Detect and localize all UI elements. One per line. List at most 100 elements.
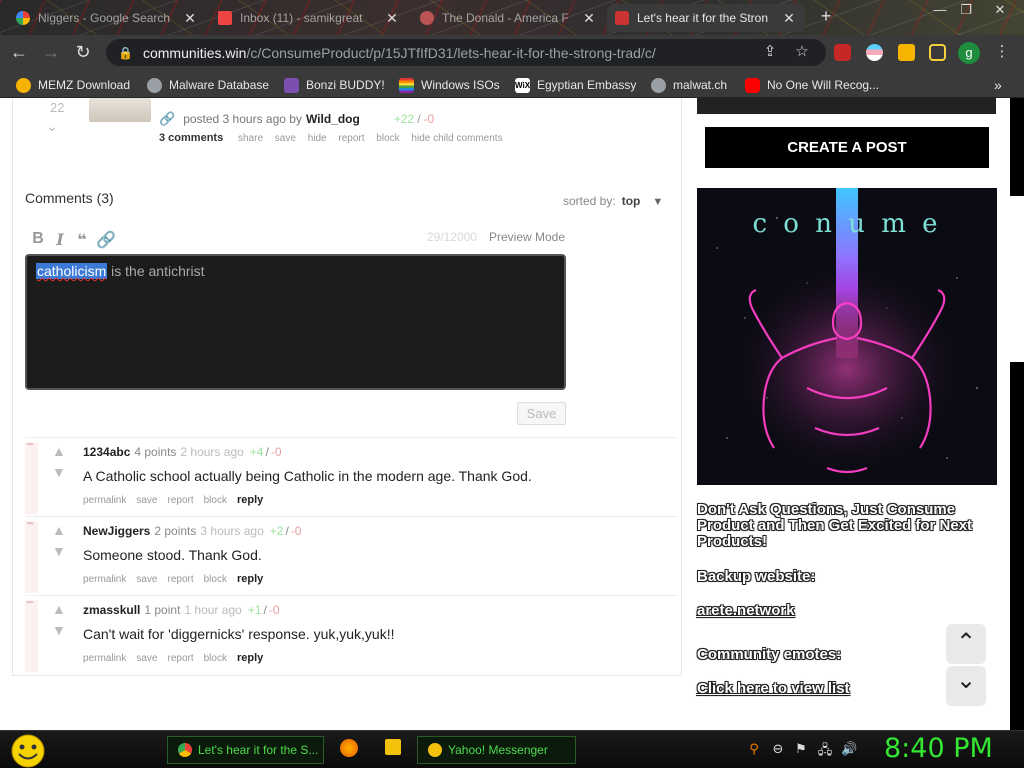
downvote-arrow-icon[interactable]: ▼: [52, 543, 66, 559]
url-path: /c/ConsumeProduct/p/15JTfIfD31/lets-hear…: [246, 44, 656, 61]
volume-icon[interactable]: 🔊: [841, 741, 857, 757]
collapse-comment-bar[interactable]: [25, 596, 38, 672]
report-link[interactable]: report: [167, 574, 193, 585]
downvote-arrow-icon[interactable]: ▼: [52, 464, 66, 480]
post-save-link[interactable]: save: [275, 133, 296, 144]
flag-notification-icon[interactable]: ⚑: [793, 741, 809, 757]
post-report-link[interactable]: report: [338, 133, 364, 144]
close-tab-icon[interactable]: ✕: [581, 10, 597, 27]
save-link[interactable]: save: [136, 574, 157, 585]
menu-kebab-icon[interactable]: ⋮: [992, 42, 1012, 60]
scroll-down-chevron-icon[interactable]: ⌄: [946, 666, 986, 706]
block-link[interactable]: block: [204, 495, 227, 506]
permalink-link[interactable]: permalink: [83, 653, 126, 664]
banner-title-text: c o n u m e: [752, 209, 941, 239]
upvote-arrow-icon[interactable]: ▲: [52, 443, 66, 459]
block-link[interactable]: block: [204, 574, 227, 585]
file-explorer-icon[interactable]: [385, 739, 401, 755]
scroll-up-chevron-icon[interactable]: ⌃: [946, 624, 986, 664]
more-bookmarks-chevron-icon[interactable]: »: [994, 76, 1002, 94]
post-main-column: 22 ⌄ 🔗 posted 3 hours ago by Wild_dog +2…: [12, 98, 682, 676]
system-clock[interactable]: 8:40 PM: [884, 733, 993, 764]
tab-inbox[interactable]: Inbox (11) - samikgreat ✕: [210, 4, 408, 32]
bookmark-malware-db[interactable]: Malware Database: [147, 76, 269, 94]
post-downvote-icon[interactable]: ⌄: [46, 118, 58, 135]
italic-icon[interactable]: I: [52, 230, 68, 250]
comment-author[interactable]: 1234abc: [83, 445, 130, 459]
save-link[interactable]: save: [136, 495, 157, 506]
preview-mode-link[interactable]: Preview Mode: [489, 230, 565, 244]
tray-app-icon[interactable]: ⊖: [770, 741, 786, 757]
close-tab-icon[interactable]: ✕: [182, 10, 198, 27]
address-bar[interactable]: 🔒 communities.win/c/ConsumeProduct/p/15J…: [106, 39, 826, 66]
sort-dropdown[interactable]: sorted by: top ▼: [563, 194, 663, 208]
close-window-icon[interactable]: ✕: [988, 2, 1012, 18]
bookmark-bonzi[interactable]: Bonzi BUDDY!: [284, 76, 385, 94]
reply-link[interactable]: reply: [237, 573, 263, 585]
ublock-extension-icon[interactable]: [834, 44, 851, 61]
taskbar-chrome-window[interactable]: Let's hear it for the S...: [167, 736, 324, 764]
firefox-icon[interactable]: [340, 739, 358, 757]
tab-google-search[interactable]: Niggers - Google Search ✕: [8, 4, 206, 32]
permalink-link[interactable]: permalink: [83, 574, 126, 585]
lock-icon[interactable]: 🔒: [118, 46, 133, 60]
network-icon[interactable]: 🖧: [817, 741, 833, 763]
comment-author[interactable]: NewJiggers: [83, 524, 150, 538]
new-tab-plus-icon[interactable]: +: [815, 6, 837, 27]
upvote-arrow-icon[interactable]: ▲: [52, 601, 66, 617]
close-tab-icon[interactable]: ✕: [781, 10, 797, 27]
bookmark-star-icon[interactable]: ☆: [792, 42, 812, 60]
create-post-button[interactable]: CREATE A POST: [705, 127, 989, 168]
bookmark-memz[interactable]: MEMZ Download: [16, 76, 130, 94]
close-tab-icon[interactable]: ✕: [384, 10, 400, 27]
character-count: 29/12000: [427, 230, 478, 244]
profile-avatar[interactable]: g: [958, 42, 980, 64]
restore-icon[interactable]: ❐: [954, 2, 978, 18]
search-icon[interactable]: ⚲: [746, 741, 762, 757]
collapse-comment-bar[interactable]: [25, 517, 38, 593]
post-hide-link[interactable]: hide: [308, 133, 327, 144]
post-score: 22: [50, 100, 65, 115]
save-comment-button[interactable]: Save: [517, 402, 566, 425]
bookmark-egyptian-embassy[interactable]: WiX Egyptian Embassy: [515, 76, 636, 94]
report-link[interactable]: report: [167, 653, 193, 664]
flag-extension-icon[interactable]: [866, 44, 883, 61]
collapse-comment-bar[interactable]: [25, 438, 38, 514]
hide-child-comments-link[interactable]: hide child comments: [411, 133, 502, 144]
tab-active-post[interactable]: Let's hear it for the Stron ✕: [607, 4, 805, 32]
post-comments-link[interactable]: 3 comments: [159, 132, 223, 144]
share-icon[interactable]: ⇪: [760, 42, 780, 60]
extensions-puzzle-icon[interactable]: [898, 44, 915, 61]
side-panel-icon[interactable]: [929, 44, 946, 61]
upvote-arrow-icon[interactable]: ▲: [52, 522, 66, 538]
link-icon[interactable]: 🔗: [96, 230, 116, 250]
bookmark-youtube[interactable]: No One Will Recog...: [745, 76, 879, 94]
report-link[interactable]: report: [167, 495, 193, 506]
block-link[interactable]: block: [204, 653, 227, 664]
bookmark-label: No One Will Recog...: [767, 78, 880, 92]
backup-website-link[interactable]: arete.network: [697, 603, 997, 619]
comment-header: 1234abc 4 points 2 hours ago +4/-0: [83, 445, 282, 459]
smiley-start-button-icon[interactable]: [8, 733, 48, 768]
post-block-link[interactable]: block: [376, 133, 399, 144]
quote-icon[interactable]: ❝: [74, 230, 90, 250]
back-arrow-icon[interactable]: ←: [6, 40, 32, 66]
downvote-arrow-icon[interactable]: ▼: [52, 622, 66, 638]
reload-icon[interactable]: ↻: [70, 40, 96, 66]
bold-icon[interactable]: B: [30, 230, 46, 250]
bookmark-windows-isos[interactable]: Windows ISOs: [399, 76, 500, 94]
forward-arrow-icon[interactable]: →: [38, 40, 64, 66]
permalink-link[interactable]: permalink: [83, 495, 126, 506]
post-author-link[interactable]: Wild_dog: [306, 112, 360, 126]
post-share-link[interactable]: share: [238, 133, 263, 144]
reply-link[interactable]: reply: [237, 494, 263, 506]
tab-the-donald[interactable]: The Donald - America F ✕: [412, 4, 605, 32]
bookmark-malwatch[interactable]: malwat.ch: [651, 76, 727, 94]
taskbar-yahoo-messenger[interactable]: Yahoo! Messenger: [417, 736, 576, 764]
comment-author[interactable]: zmasskull: [83, 603, 140, 617]
post-thumbnail[interactable]: [89, 98, 151, 122]
reply-link[interactable]: reply: [237, 652, 263, 664]
save-link[interactable]: save: [136, 653, 157, 664]
minimize-icon[interactable]: —: [928, 2, 952, 17]
comment-editor[interactable]: catholicism is the antichrist: [25, 254, 566, 390]
